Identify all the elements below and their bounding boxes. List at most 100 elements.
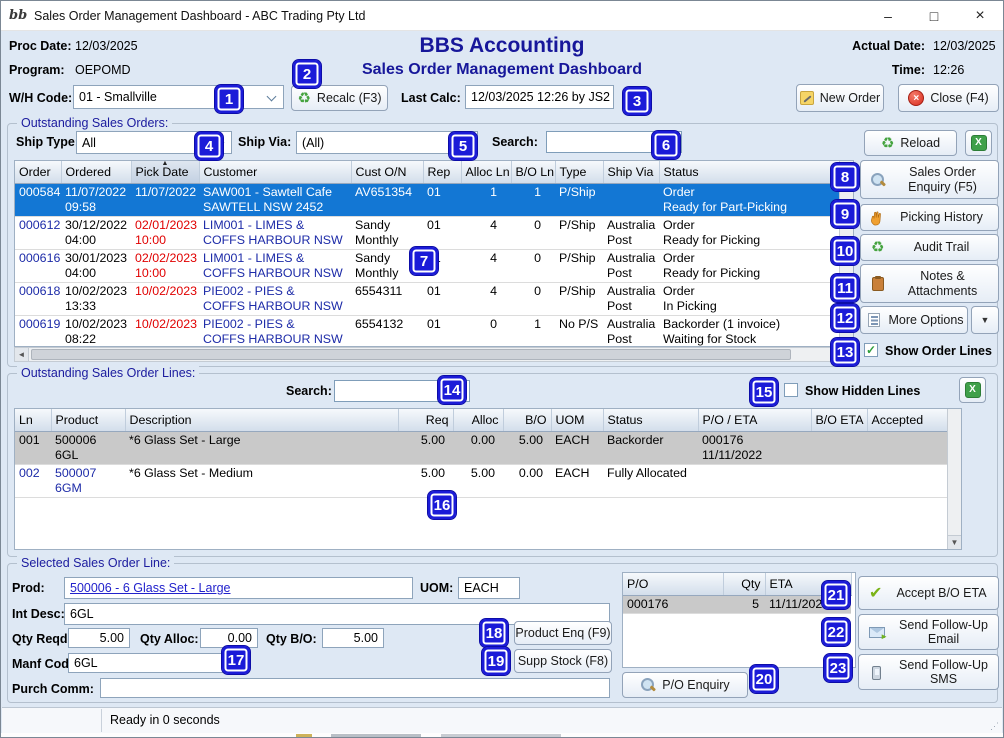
- scroll-left-arrow-icon[interactable]: ◄: [15, 348, 29, 361]
- lines-column-header[interactable]: Req: [398, 409, 453, 431]
- orders-vertical-scrollbar[interactable]: ▼: [839, 161, 853, 346]
- orders-column-header[interactable]: Ordered: [61, 161, 131, 183]
- sales-order-enquiry-button[interactable]: Sales Order Enquiry (F5): [860, 160, 999, 199]
- order-line-cell: EACH: [551, 464, 603, 497]
- order-row[interactable]: 00061630/01/202304:0002/02/202310:00LIM0…: [15, 249, 839, 282]
- lines-column-header[interactable]: B/O ETA: [811, 409, 867, 431]
- order-cell: 01: [423, 249, 461, 282]
- clipped-background-row: [1, 733, 1003, 738]
- scroll-right-arrow-icon[interactable]: ►: [839, 348, 853, 361]
- order-cell: 000619: [15, 315, 61, 348]
- order-cell: 0: [511, 216, 555, 249]
- po-column-header[interactable]: Qty: [723, 573, 765, 595]
- audit-trail-button[interactable]: ♻ Audit Trail: [860, 234, 999, 261]
- po-enquiry-button[interactable]: P/O Enquiry: [622, 672, 748, 698]
- orders-search-input[interactable]: [546, 131, 682, 153]
- order-cell: 01: [423, 183, 461, 216]
- uom-value: EACH: [464, 581, 499, 595]
- time-value: 12:26: [933, 63, 964, 77]
- minimize-button[interactable]: –: [865, 1, 911, 31]
- supp-stock-button[interactable]: Supp Stock (F8): [514, 649, 612, 673]
- product-enq-button[interactable]: Product Enq (F9): [514, 621, 612, 645]
- show-hidden-lines-checkbox[interactable]: [784, 383, 798, 397]
- order-line-cell: 5000066GL: [51, 431, 125, 464]
- qty-reqd-label: Qty Reqd:: [12, 632, 72, 646]
- lines-column-header[interactable]: B/O: [503, 409, 551, 431]
- checkmark-icon: ✔: [869, 585, 882, 601]
- lines-column-header[interactable]: Description: [125, 409, 398, 431]
- reload-button[interactable]: ♻ Reload: [864, 130, 957, 156]
- recalc-button[interactable]: ♻ Recalc (F3): [291, 85, 388, 111]
- orders-column-header[interactable]: Alloc Ln: [461, 161, 511, 183]
- notes-attachments-button[interactable]: Notes & Attachments: [860, 264, 999, 303]
- ship-via-select[interactable]: (All): [296, 131, 478, 154]
- order-line-row[interactable]: 0025000076GM*6 Glass Set - Medium5.005.0…: [15, 464, 947, 497]
- scroll-down-arrow-icon[interactable]: ▼: [948, 535, 961, 549]
- lines-search-input[interactable]: [334, 380, 470, 402]
- new-order-button[interactable]: New Order: [796, 84, 884, 112]
- scrollbar-thumb[interactable]: [31, 349, 791, 360]
- order-row[interactable]: 00061910/02/202308:2210/02/2023PIE002 - …: [15, 315, 839, 348]
- orders-column-header[interactable]: B/O Ln: [511, 161, 555, 183]
- excel-export-icon: X: [971, 135, 987, 151]
- order-cell: 01: [423, 315, 461, 348]
- orders-column-header[interactable]: Type: [555, 161, 603, 183]
- lines-column-header[interactable]: Accepted: [867, 409, 947, 431]
- order-line-cell: 5.00: [453, 464, 503, 497]
- orders-legend: Outstanding Sales Orders:: [17, 116, 172, 130]
- order-cell: AV651354: [351, 183, 423, 216]
- order-row[interactable]: 00061810/02/202313:3310/02/2023PIE002 - …: [15, 282, 839, 315]
- lines-column-header[interactable]: Status: [603, 409, 698, 431]
- orders-column-header[interactable]: Status: [659, 161, 839, 183]
- orders-column-header[interactable]: Cust O/N: [351, 161, 423, 183]
- audit-trail-label: Audit Trail: [914, 240, 970, 254]
- ship-type-select[interactable]: All: [76, 131, 232, 154]
- close-button[interactable]: × Close (F4): [898, 84, 999, 112]
- order-line-cell: 0.00: [503, 464, 551, 497]
- order-line-row[interactable]: 0015000066GL*6 Glass Set - Large5.000.00…: [15, 431, 947, 464]
- po-column-header[interactable]: ETA: [765, 573, 851, 595]
- lines-column-header[interactable]: Alloc: [453, 409, 503, 431]
- resize-grip[interactable]: ⋰: [990, 721, 1000, 731]
- lines-vertical-scrollbar[interactable]: ▼: [947, 409, 961, 549]
- more-options-dropdown-button[interactable]: ▼: [971, 306, 999, 334]
- show-hidden-lines-label: Show Hidden Lines: [805, 384, 920, 398]
- lines-export-excel-button[interactable]: X: [959, 377, 986, 403]
- show-order-lines-checkbox[interactable]: ✓: [864, 343, 878, 357]
- send-followup-sms-button[interactable]: Send Follow-Up SMS: [858, 654, 999, 690]
- send-followup-email-button[interactable]: Send Follow-Up Email: [858, 614, 999, 650]
- order-row[interactable]: 00058411/07/202209:5811/07/2022SAW001 - …: [15, 183, 839, 216]
- qty-alloc-field: 0.00: [200, 628, 258, 648]
- accept-bo-eta-button[interactable]: ✔ Accept B/O ETA: [858, 576, 999, 610]
- ship-type-value: All: [82, 136, 96, 150]
- prod-link[interactable]: 500006 - 6 Glass Set - Large: [70, 581, 231, 595]
- orders-export-excel-button[interactable]: X: [965, 130, 992, 156]
- order-line-cell: 5.00: [398, 464, 453, 497]
- orders-column-header[interactable]: Rep: [423, 161, 461, 183]
- scroll-down-arrow-icon[interactable]: ▼: [840, 332, 853, 346]
- lines-column-header[interactable]: P/O / ETA: [698, 409, 811, 431]
- lines-column-header[interactable]: Product: [51, 409, 125, 431]
- order-cell: 0: [511, 282, 555, 315]
- orders-column-header[interactable]: Pick Date: [131, 161, 199, 183]
- orders-column-header[interactable]: Customer: [199, 161, 351, 183]
- callout-3: 3: [622, 86, 652, 116]
- wh-code-select[interactable]: 01 - Smallville: [73, 85, 284, 109]
- lines-column-header[interactable]: UOM: [551, 409, 603, 431]
- po-row[interactable]: 000176511/11/2022: [623, 595, 851, 613]
- orders-column-header[interactable]: Ship Via: [603, 161, 659, 183]
- picking-history-button[interactable]: Picking History: [860, 204, 999, 231]
- order-cell: 1: [461, 183, 511, 216]
- po-column-header[interactable]: P/O: [623, 573, 723, 595]
- maximize-button[interactable]: □: [911, 1, 957, 31]
- orders-column-header[interactable]: Order: [15, 161, 61, 183]
- order-row[interactable]: 00061230/12/202204:0002/01/202310:00LIM0…: [15, 216, 839, 249]
- order-line-cell: [811, 464, 867, 497]
- last-calc-label: Last Calc:: [401, 91, 461, 105]
- close-window-button[interactable]: ×: [957, 1, 1003, 31]
- more-options-button[interactable]: More Options: [860, 306, 968, 334]
- last-calc-value: 12/03/2025 12:26 by JS2: [471, 90, 610, 104]
- orders-horizontal-scrollbar[interactable]: ◄ ►: [14, 347, 854, 362]
- lines-column-header[interactable]: Ln: [15, 409, 51, 431]
- order-line-cell: 5000076GM: [51, 464, 125, 497]
